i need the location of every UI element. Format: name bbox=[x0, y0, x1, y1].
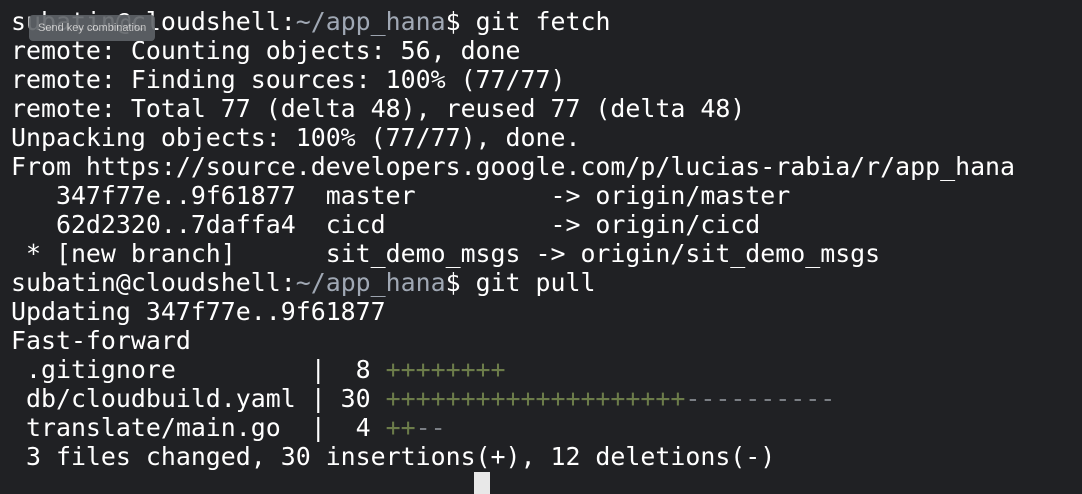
output-line: remote: Total 77 (delta 48), reused 77 (… bbox=[11, 94, 746, 123]
diffstat-insertions: ++++++++ bbox=[385, 355, 506, 384]
prompt-path: ~/app_hana bbox=[295, 7, 446, 36]
diffstat-file: db/cloudbuild.yaml | 30 bbox=[11, 384, 386, 413]
output-line: From https://source.developers.google.co… bbox=[11, 152, 1016, 181]
output-line: 3 files changed, 30 insertions(+), 12 de… bbox=[11, 442, 776, 471]
diffstat-line: db/cloudbuild.yaml | 30 ++++++++++++++++… bbox=[11, 384, 835, 413]
diffstat-line: translate/main.go | 4 ++-- bbox=[11, 413, 446, 442]
diffstat-insertions: ++++++++++++++++++++ bbox=[385, 384, 686, 413]
diffstat-file: translate/main.go | 4 bbox=[11, 413, 386, 442]
diffstat-deletions: -- bbox=[415, 413, 446, 442]
output-line: Fast-forward bbox=[11, 326, 191, 355]
output-line: remote: Finding sources: 100% (77/77) bbox=[11, 65, 566, 94]
diffstat-line: .gitignore | 8 ++++++++ bbox=[11, 355, 506, 384]
prompt-suffix: $ bbox=[445, 7, 476, 36]
cloud-shell-terminal[interactable]: subatin@cloudshell:~/app_hana$ git fetch… bbox=[0, 0, 1082, 494]
output-line: 347f77e..9f61877 master -> origin/master bbox=[11, 181, 791, 210]
output-line: Unpacking objects: 100% (77/77), done. bbox=[11, 123, 581, 152]
diffstat-deletions: ---------- bbox=[685, 384, 836, 413]
terminal-cursor bbox=[474, 472, 490, 494]
output-line: Updating 347f77e..9f61877 bbox=[11, 297, 386, 326]
diffstat-insertions: ++ bbox=[385, 413, 416, 442]
prompt-suffix: $ bbox=[445, 268, 476, 297]
diffstat-file: .gitignore | 8 bbox=[11, 355, 386, 384]
command-text: git pull bbox=[475, 268, 596, 297]
output-line: * [new branch] sit_demo_msgs -> origin/s… bbox=[11, 239, 881, 268]
prompt-path: ~/app_hana bbox=[295, 268, 446, 297]
prompt-user-host: subatin@cloudshell: bbox=[11, 268, 296, 297]
send-key-combination-tooltip: Send key combination bbox=[29, 15, 156, 41]
output-line: 62d2320..7daffa4 cicd -> origin/cicd bbox=[11, 210, 761, 239]
command-text: git fetch bbox=[475, 7, 611, 36]
prompt-line: subatin@cloudshell:~/app_hana$ git pull bbox=[11, 268, 595, 297]
